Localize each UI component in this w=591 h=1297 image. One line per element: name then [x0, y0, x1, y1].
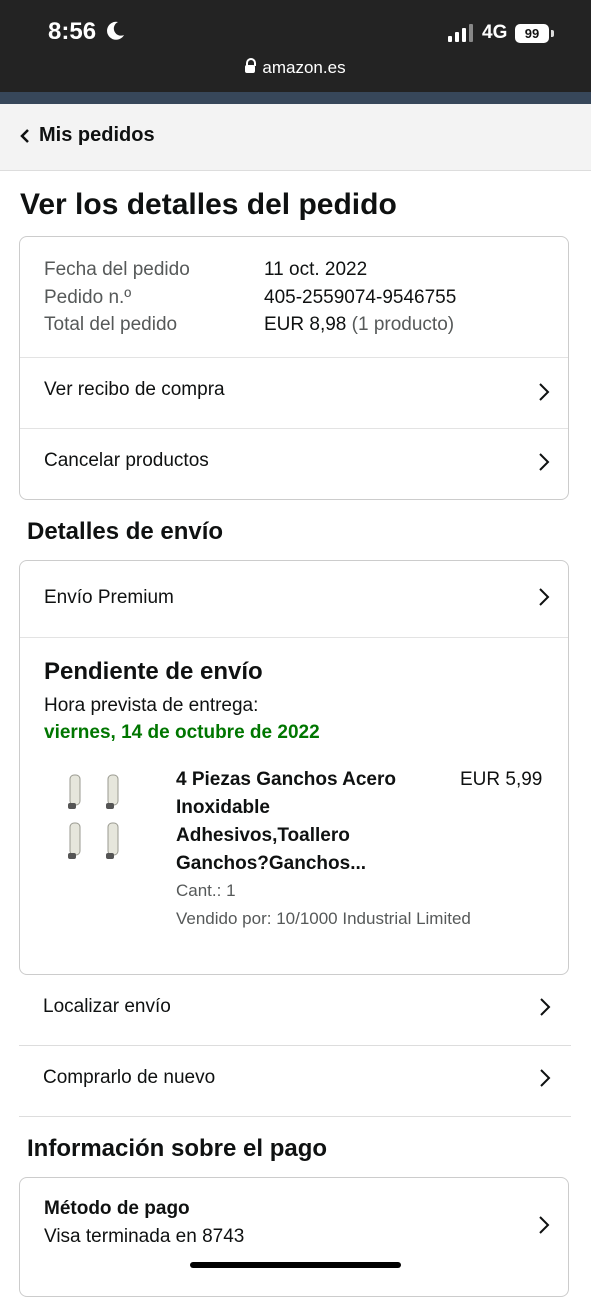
product-image[interactable] [64, 773, 128, 863]
chevron-right-icon [540, 1069, 551, 1087]
network-type: 4G [482, 22, 508, 43]
chevron-right-icon [539, 453, 550, 471]
track-shipment-row[interactable]: Localizar envío [19, 975, 571, 1046]
track-shipment-label: Localizar envío [43, 996, 171, 1017]
moon-icon [107, 21, 124, 40]
lock-icon [245, 58, 257, 73]
cancel-products-row[interactable]: Cancelar productos [20, 429, 568, 499]
product-title-line: Adhesivos,Toallero [176, 825, 350, 846]
page-title: Ver los detalles del pedido [20, 188, 397, 221]
product-qty: Cant.: 1 [176, 881, 236, 900]
chevron-right-icon [540, 998, 551, 1016]
chevron-right-icon [539, 383, 550, 401]
status-bar: 8:56 4G 99 amazon.es [0, 0, 591, 92]
product-title-line: 4 Piezas Ganchos Acero [176, 769, 397, 790]
order-number-value: 405-2559074-9546755 [264, 287, 457, 308]
product-seller: Vendido por: 10/1000 Industrial Limited [176, 909, 471, 928]
order-number-label: Pedido n.º [44, 287, 132, 308]
home-indicator[interactable] [190, 1262, 401, 1268]
product-title[interactable]: 4 Piezas Ganchos Acero Inoxidable Adhesi… [176, 766, 416, 878]
eta-date: viernes, 14 de octubre de 2022 [44, 722, 320, 743]
shipping-method-label: Envío Premium [44, 587, 174, 608]
battery-level: 99 [515, 24, 549, 43]
receipt-row[interactable]: Ver recibo de compra [20, 358, 568, 428]
chevron-right-icon [539, 588, 550, 606]
order-total-note: (1 producto) [351, 314, 455, 335]
product-title-line: Ganchos?Ganchos... [176, 853, 367, 874]
payment-section-title: Información sobre el pago [27, 1135, 328, 1162]
order-date-label: Fecha del pedido [44, 259, 190, 280]
buy-again-label: Comprarlo de nuevo [43, 1067, 216, 1088]
divider [20, 637, 568, 638]
order-total: EUR 8,98 (1 producto) [264, 314, 454, 336]
order-total-value: EUR 8,98 [264, 314, 347, 335]
url-text: amazon.es [262, 58, 346, 77]
order-total-label: Total del pedido [44, 314, 178, 335]
order-date-value: 11 oct. 2022 [264, 259, 368, 280]
breadcrumb-my-orders[interactable]: Mis pedidos [39, 124, 155, 147]
chevron-right-icon [539, 1216, 550, 1234]
buy-again-row[interactable]: Comprarlo de nuevo [19, 1046, 571, 1117]
order-summary-card: Fecha del pedido 11 oct. 2022 Pedido n.º… [19, 236, 569, 500]
product-price: EUR 5,99 [460, 769, 543, 790]
cancel-products-label: Cancelar productos [44, 450, 209, 471]
status-time: 8:56 [48, 18, 97, 45]
payment-method-label: Método de pago [44, 1198, 190, 1219]
nav-band [0, 92, 591, 104]
signal-icon [448, 24, 473, 42]
product-title-line: Inoxidable [176, 797, 270, 818]
battery-tip [551, 30, 554, 37]
shipping-method-row[interactable]: Envío Premium [20, 561, 568, 637]
receipt-label: Ver recibo de compra [44, 379, 225, 400]
eta-label: Hora prevista de entrega: [44, 695, 259, 716]
shipping-section-title: Detalles de envío [27, 518, 224, 545]
shipping-status: Pendiente de envío [44, 658, 263, 685]
shipping-card: Envío Premium Pendiente de envío Hora pr… [19, 560, 569, 975]
address-bar[interactable]: amazon.es [0, 58, 591, 78]
payment-method-value: Visa terminada en 8743 [44, 1226, 245, 1247]
chevron-left-icon[interactable] [20, 128, 30, 144]
payment-card[interactable]: Método de pago Visa terminada en 8743 [19, 1177, 569, 1297]
